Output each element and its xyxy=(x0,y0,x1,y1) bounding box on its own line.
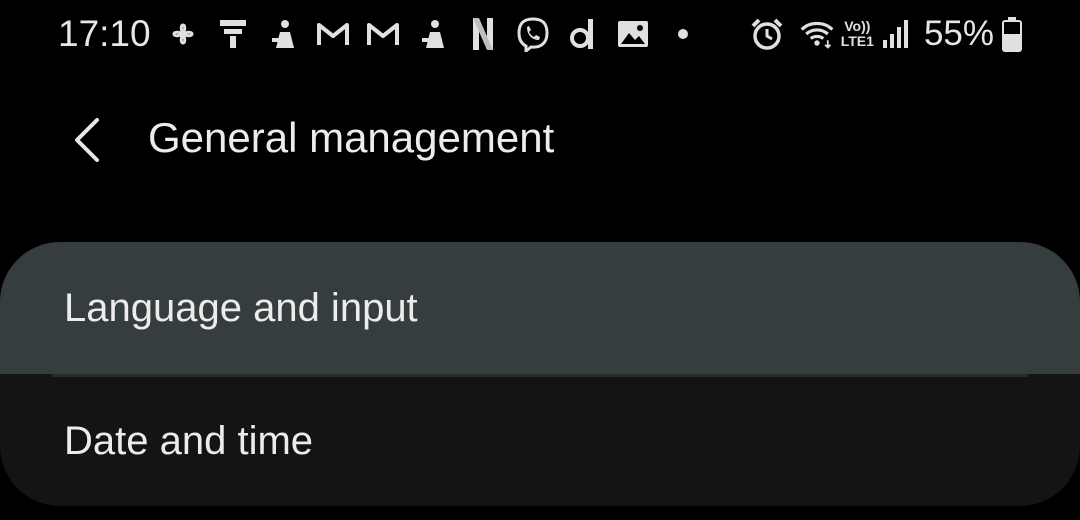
back-button[interactable] xyxy=(56,110,116,170)
gmail-icon xyxy=(365,16,401,52)
item-label: Language and input xyxy=(64,286,418,330)
gmail-icon xyxy=(315,16,351,52)
signal-icon xyxy=(878,16,914,52)
viber-icon xyxy=(515,16,551,52)
d-app-icon xyxy=(565,16,601,52)
gallery-icon xyxy=(615,16,651,52)
app-bar: General management xyxy=(0,100,1080,180)
fan-icon xyxy=(165,16,201,52)
date-and-time-item[interactable]: Date and time xyxy=(0,377,1080,506)
screen: 17:10 Vo)) LTE1 55% General management L… xyxy=(0,0,1080,520)
battery-icon xyxy=(1000,16,1024,52)
chevron-left-icon xyxy=(75,118,99,162)
lte-indicator: Vo)) LTE1 xyxy=(841,19,874,49)
status-bar-left: 17:10 xyxy=(58,12,715,56)
wifi-icon xyxy=(799,16,835,52)
language-and-input-item[interactable]: Language and input xyxy=(0,242,1080,374)
volte-label: Vo)) xyxy=(844,18,871,34)
status-bar-right: Vo)) LTE1 55% xyxy=(749,12,1024,56)
status-bar: 17:10 Vo)) LTE1 55% xyxy=(0,0,1080,70)
item-label: Date and time xyxy=(64,419,314,463)
alarm-icon xyxy=(749,16,785,52)
lte-label: LTE1 xyxy=(840,33,874,49)
page-title: General management xyxy=(148,114,555,161)
dot-icon xyxy=(665,16,701,52)
status-time: 17:10 xyxy=(58,13,151,54)
flag-icon xyxy=(215,16,251,52)
netflix-icon xyxy=(465,16,501,52)
battery-percent: 55% xyxy=(923,14,994,53)
game-icon xyxy=(265,16,301,52)
settings-card: Language and input Date and time xyxy=(0,242,1080,506)
game-icon xyxy=(415,16,451,52)
